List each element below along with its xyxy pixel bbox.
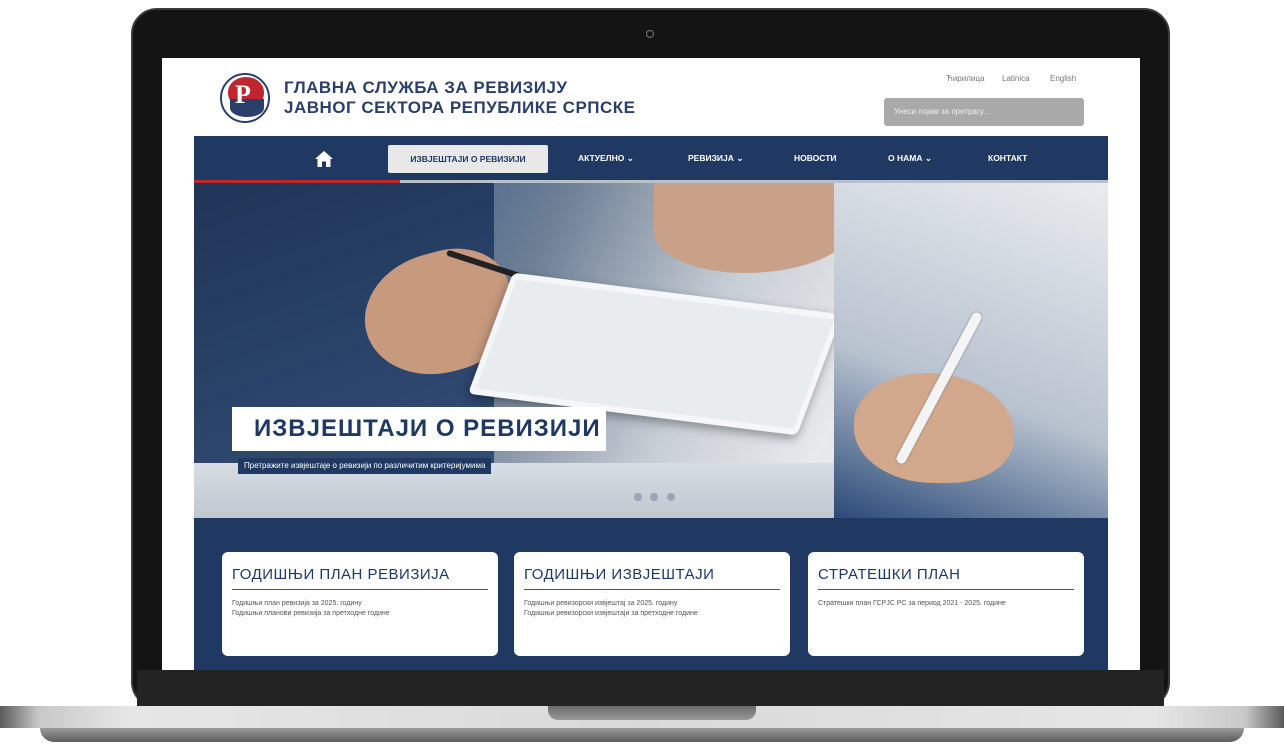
nav-item-reports[interactable]: ИЗВЈЕШТАЈИ О РЕВИЗИЈИ xyxy=(388,145,548,173)
site-logo[interactable]: Р xyxy=(220,73,270,123)
nav-item-contact[interactable]: КОНТАКТ xyxy=(988,153,1027,163)
carousel-dot-2[interactable] xyxy=(650,493,659,501)
nav-item-about[interactable]: О НАМА ⌄ xyxy=(888,153,932,164)
site-title-line2[interactable]: ЈАВНОГ СЕКТОРА РЕПУБЛИКЕ СРПСКЕ xyxy=(284,98,636,118)
card-divider xyxy=(524,589,780,590)
nav-item-audit[interactable]: РЕВИЗИЈА ⌄ xyxy=(688,153,743,164)
hero-subtitle: Претражите извјештаје о ревизији по разл… xyxy=(238,458,492,474)
card-title[interactable]: ГОДИШЊИ ПЛАН РЕВИЗИЈА xyxy=(232,566,488,583)
laptop-base-bottom xyxy=(40,728,1244,742)
carousel-dot-1[interactable] xyxy=(634,493,642,501)
card-link[interactable]: Стратешки план ГСРЈС РС за период 2021 -… xyxy=(818,599,1074,609)
card-divider xyxy=(818,589,1074,590)
card-annual-reports[interactable]: ГОДИШЊИ ИЗВЈЕШТАЈИ Годишњи ревизорски из… xyxy=(514,552,790,656)
home-icon[interactable] xyxy=(314,150,334,168)
laptop-bezel xyxy=(137,670,1164,706)
card-link[interactable]: Годишњи ревизорски извјештај за 2025. го… xyxy=(524,599,780,609)
screen: Р ГЛАВНА СЛУЖБА ЗА РЕВИЗИЈУ ЈАВНОГ СЕКТО… xyxy=(162,58,1140,670)
lang-latin-link[interactable]: Latinica xyxy=(1002,74,1030,83)
card-title[interactable]: ГОДИШЊИ ИЗВЈЕШТАЈИ xyxy=(524,566,780,583)
card-strategic-plan[interactable]: СТРАТЕШКИ ПЛАН Стратешки план ГСРЈС РС з… xyxy=(808,552,1084,656)
logo-letter: Р xyxy=(235,80,251,109)
hero-banner[interactable]: ИЗВЈЕШТАЈИ О РЕВИЗИЈИ Претражите извјешт… xyxy=(194,183,1108,518)
hero-hand-top xyxy=(654,183,854,273)
carousel-dot-3[interactable] xyxy=(666,493,675,501)
camera-icon xyxy=(646,30,654,38)
lang-cyrillic-link[interactable]: Ћирилица xyxy=(946,74,984,83)
cards-section: ГОДИШЊИ ПЛАН РЕВИЗИЈА Годишњи план ревиз… xyxy=(194,518,1108,670)
card-divider xyxy=(232,589,488,590)
carousel-dots xyxy=(634,488,679,506)
card-link[interactable]: Годишњи планови ревизија за претходне го… xyxy=(232,609,488,619)
laptop-base xyxy=(0,706,1284,748)
site-header: Р ГЛАВНА СЛУЖБА ЗА РЕВИЗИЈУ ЈАВНОГ СЕКТО… xyxy=(162,58,1140,136)
site-title-line1[interactable]: ГЛАВНА СЛУЖБА ЗА РЕВИЗИЈУ xyxy=(284,78,568,98)
search-input[interactable]: Унеси појам за претрагу... xyxy=(884,98,1084,126)
card-link[interactable]: Годишњи ревизорски извјештаји за претход… xyxy=(524,609,780,619)
nav-item-current[interactable]: АКТУЕЛНО ⌄ xyxy=(578,153,634,164)
hero-title: ИЗВЈЕШТАЈИ О РЕВИЗИЈИ xyxy=(232,407,606,451)
main-nav: ИЗВЈЕШТАЈИ О РЕВИЗИЈИ АКТУЕЛНО ⌄ РЕВИЗИЈ… xyxy=(194,136,1108,182)
card-annual-plan[interactable]: ГОДИШЊИ ПЛАН РЕВИЗИЈА Годишњи план ревиз… xyxy=(222,552,498,656)
laptop-notch xyxy=(548,706,756,720)
nav-item-news[interactable]: НОВОСТИ xyxy=(794,153,837,163)
lang-english-link[interactable]: English xyxy=(1050,74,1076,83)
card-title[interactable]: СТРАТЕШКИ ПЛАН xyxy=(818,566,1074,583)
card-link[interactable]: Годишњи план ревизија за 2025. годину xyxy=(232,599,488,609)
